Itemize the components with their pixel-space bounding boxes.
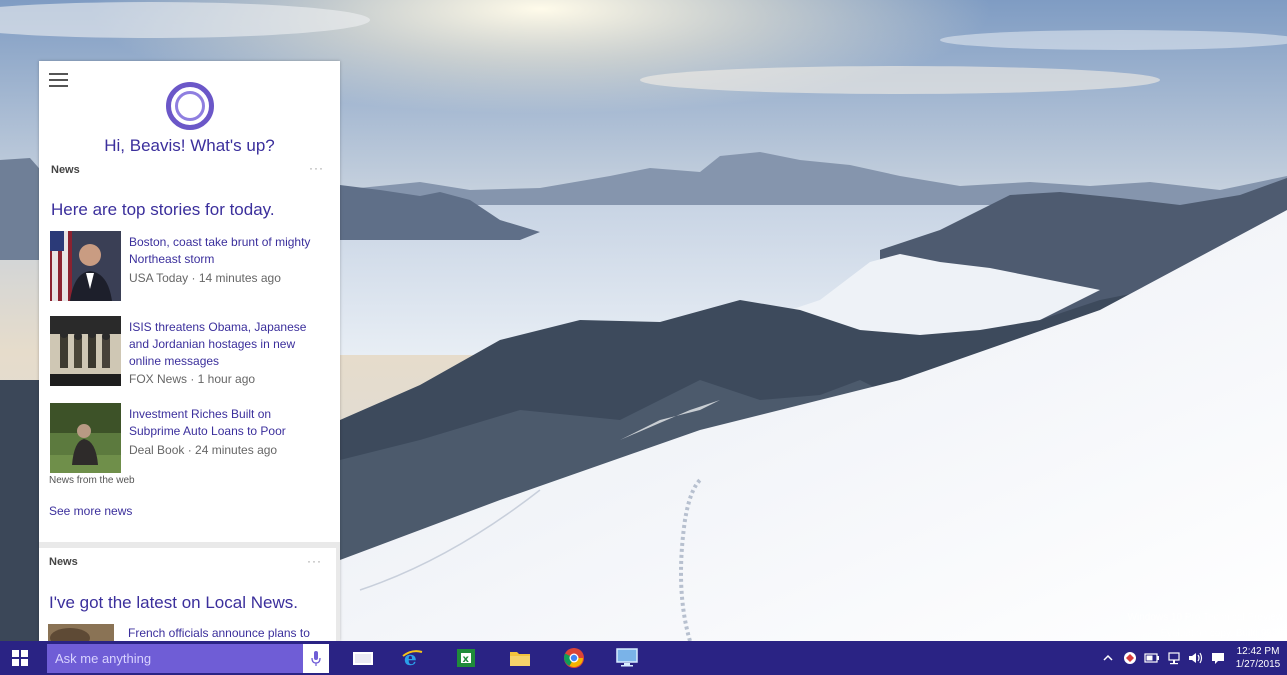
watermark-line-2: Evaluation copy. Build 9926: [1160, 628, 1283, 639]
volume-icon[interactable]: [1185, 641, 1207, 675]
chrome-icon[interactable]: [562, 647, 586, 669]
microphone-icon[interactable]: [303, 644, 329, 673]
action-center-icon[interactable]: [1207, 641, 1229, 675]
taskbar-clock[interactable]: 12:42 PM 1/27/2015: [1229, 645, 1287, 671]
local-news-more-button[interactable]: ···: [307, 554, 322, 568]
local-news-story[interactable]: French officials announce plans to: [48, 624, 333, 641]
news-more-button[interactable]: ···: [309, 161, 324, 175]
search-placeholder: Ask me anything: [55, 651, 152, 666]
story-thumbnail: [50, 231, 121, 301]
watermark-line-1: Windows 10 Pro Technical Preview: [1127, 612, 1283, 623]
security-icon[interactable]: [1119, 641, 1141, 675]
story-title: Boston, coast take brunt of mighty North…: [129, 235, 311, 266]
story-thumbnail: [48, 624, 114, 641]
story-thumbnail: [50, 316, 121, 386]
excel-icon[interactable]: x: [454, 647, 478, 669]
news-headline: Here are top stories for today.: [51, 200, 275, 219]
story-title: French officials announce plans to: [128, 626, 310, 640]
chevron-up-icon[interactable]: [1097, 641, 1119, 675]
task-view-icon[interactable]: [351, 647, 375, 669]
local-news-card: News ··· I've got the latest on Local Ne…: [39, 548, 336, 641]
svg-text:x: x: [463, 654, 470, 665]
cortana-greeting: Hi, Beavis! What's up?: [104, 136, 275, 155]
windows-logo-icon: [12, 650, 28, 666]
clock-date: 1/27/2015: [1235, 659, 1281, 670]
news-card: Hi, Beavis! What's up? News ··· Here are…: [39, 61, 340, 542]
internet-explorer-icon[interactable]: e: [400, 647, 424, 669]
story-meta: FOX News · 1 hour ago: [129, 372, 256, 386]
start-button[interactable]: [0, 641, 40, 675]
news-from-web-label: News from the web: [49, 475, 135, 486]
battery-icon[interactable]: [1141, 641, 1163, 675]
system-tray: 12:42 PM 1/27/2015: [1097, 641, 1287, 675]
os-watermark: Windows 10 Pro Technical Preview Evaluat…: [1128, 610, 1283, 642]
news-story[interactable]: Boston, coast take brunt of mighty North…: [50, 231, 335, 303]
file-explorer-icon[interactable]: [508, 647, 532, 669]
story-meta: Deal Book · 24 minutes ago: [129, 443, 278, 457]
story-title: ISIS threatens Obama, Japanese and Jorda…: [129, 320, 307, 368]
story-meta: USA Today · 14 minutes ago: [129, 271, 281, 285]
local-news-section-label: News: [49, 556, 78, 568]
hamburger-menu-icon[interactable]: [49, 73, 68, 87]
cortana-panel: Hi, Beavis! What's up? News ··· Here are…: [39, 61, 340, 641]
news-section-label: News: [51, 164, 80, 176]
network-icon[interactable]: [1163, 641, 1185, 675]
clock-time: 12:42 PM: [1236, 646, 1280, 657]
cortana-search-box[interactable]: Ask me anything: [47, 644, 329, 673]
news-story[interactable]: Investment Riches Built on Subprime Auto…: [50, 403, 335, 475]
see-more-news-link[interactable]: See more news: [49, 504, 132, 518]
story-thumbnail: [50, 403, 121, 473]
remote-desktop-icon[interactable]: [615, 647, 639, 669]
story-title: Investment Riches Built on Subprime Auto…: [129, 407, 286, 438]
local-news-headline: I've got the latest on Local News.: [49, 593, 298, 612]
cortana-logo-icon: [166, 82, 214, 130]
taskbar: Ask me anything e x 12:42 PM 1/27/2015: [0, 641, 1287, 675]
news-story[interactable]: ISIS threatens Obama, Japanese and Jorda…: [50, 316, 335, 388]
